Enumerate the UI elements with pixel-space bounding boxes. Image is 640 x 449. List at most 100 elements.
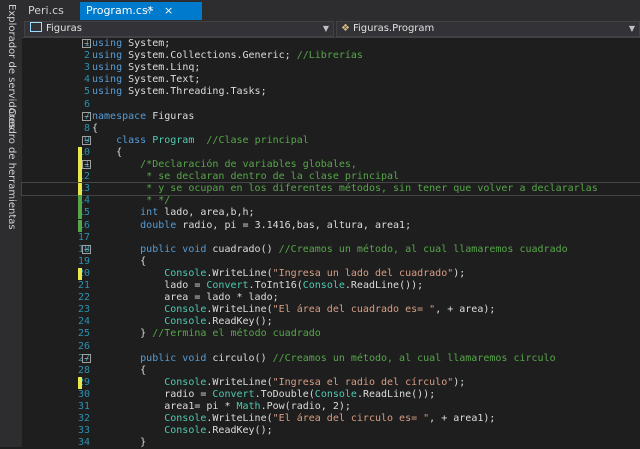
code-line[interactable]: 21 lado = Convert.ToInt16(Console.ReadLi… <box>22 280 640 292</box>
code-line[interactable]: 1− using System; <box>22 38 640 50</box>
collapse-icon[interactable]: − <box>82 160 91 169</box>
code-text: /*Declaración de variables globales, <box>92 159 357 170</box>
project-icon <box>30 22 42 32</box>
line-number: 25 <box>77 328 90 340</box>
code-text: Console.WriteLine("El área del cuadrado … <box>92 304 496 316</box>
change-marker <box>78 171 82 184</box>
code-line[interactable]: 20 Console.WriteLine("Ingresa un lado de… <box>22 267 640 280</box>
chevron-down-icon: ▼ <box>628 24 635 33</box>
code-line[interactable]: 33 Console.ReadKey(); <box>22 425 640 437</box>
collapse-icon[interactable]: − <box>82 111 91 121</box>
code-line[interactable]: 23 Console.WriteLine("El área del cuadra… <box>22 304 640 316</box>
code-text: int lado, area,b,h; <box>92 207 255 219</box>
code-text: * y se ocupan en los diferentes métodos,… <box>92 183 598 195</box>
close-icon[interactable]: × <box>164 2 173 20</box>
code-text: public void circulo() //Creamos un métod… <box>92 352 556 364</box>
line-number: 14 <box>77 195 90 207</box>
type-dropdown[interactable]: ❖ Figuras.Program ▼ <box>336 21 640 37</box>
code-text: radio = Convert.ToDouble(Console.ReadLin… <box>92 388 436 400</box>
code-text: namespace Figuras <box>92 110 195 122</box>
line-number: 21 <box>77 280 90 291</box>
tab-peri-cs[interactable]: Peri.cs <box>22 2 88 20</box>
code-line[interactable]: 28 { <box>22 365 640 377</box>
code-line[interactable]: 22 area = lado * lado; <box>22 292 640 304</box>
code-line[interactable]: 30 radio = Convert.ToDouble(Console.Read… <box>22 389 640 401</box>
code-line[interactable]: 34 } <box>22 437 640 449</box>
code-line[interactable]: 15 int lado, area,b,h; <box>22 207 640 220</box>
code-line[interactable]: 3 using System.Linq; <box>22 62 640 74</box>
code-text: Console.ReadKey(); <box>92 316 273 328</box>
type-label: Figuras.Program <box>352 23 435 34</box>
line-number: 33 <box>77 425 90 437</box>
code-line[interactable]: 24 Console.ReadKey(); <box>22 316 640 328</box>
code-line[interactable]: 5 using System.Threading.Tasks; <box>22 86 640 98</box>
collapse-icon[interactable]: − <box>82 353 91 363</box>
code-line[interactable]: 6 <box>22 99 640 111</box>
code-line[interactable]: 13 * y se ocupan en los diferentes métod… <box>21 182 640 197</box>
tab-label: Peri.cs <box>28 4 64 17</box>
line-number: 23 <box>77 304 90 316</box>
line-number: 19 <box>77 255 90 267</box>
code-text: using System; <box>92 38 171 49</box>
code-text: public void cuadrado() //Creamos un méto… <box>92 243 568 255</box>
code-line[interactable]: 16 double radio, pi = 3.1416,bas, altura… <box>22 219 640 232</box>
code-editor[interactable]: 1− using System; 2 using System.Collections… <box>21 38 640 449</box>
code-line[interactable]: 31 area1= pi * Math.Pow(radio, 2); <box>22 401 640 413</box>
tab-program-cs[interactable]: Program.cs* ⊹ × <box>80 2 202 20</box>
code-text: class Program //Clase principal <box>92 134 309 146</box>
code-text: Console.WriteLine("El área del circulo e… <box>92 413 496 425</box>
code-text: * */ <box>92 195 171 207</box>
code-line[interactable]: 27− public void circulo() //Creamos un m… <box>22 353 640 365</box>
line-number: 4 <box>83 74 90 86</box>
code-line[interactable]: 17 <box>22 232 640 244</box>
collapse-icon[interactable]: − <box>82 39 91 48</box>
line-number: 30 <box>77 388 90 400</box>
change-marker <box>78 207 82 220</box>
line-number: 31 <box>77 401 90 412</box>
code-line[interactable]: 14 * */ <box>22 195 640 208</box>
line-number: 17 <box>77 231 90 243</box>
line-number: 20 <box>77 267 90 279</box>
code-line[interactable]: 32 Console.WriteLine("El área del circul… <box>22 413 640 425</box>
collapse-icon[interactable]: − <box>82 135 91 145</box>
code-text: } <box>92 437 147 449</box>
line-number: 32 <box>77 413 90 425</box>
code-line[interactable]: 7− namespace Figuras <box>22 111 640 123</box>
line-number: 15 <box>77 207 90 219</box>
toolbox-tab[interactable]: Cuadro de herramientas <box>6 108 17 230</box>
line-number: 3 <box>83 62 90 74</box>
line-number: 26 <box>77 340 90 352</box>
change-marker <box>78 267 82 280</box>
code-line[interactable]: 4 using System.Text; <box>22 74 640 86</box>
code-line[interactable]: 26 <box>22 341 640 353</box>
code-line[interactable]: 8{ <box>22 123 640 135</box>
change-marker <box>78 183 82 196</box>
change-marker <box>78 376 82 389</box>
code-line[interactable]: 9− class Program //Clase principal <box>22 135 640 147</box>
code-line[interactable]: 2 using System.Collections.Generic; //Lib… <box>22 50 640 62</box>
code-text: using System.Threading.Tasks; <box>92 86 267 98</box>
code-text: Console.ReadKey(); <box>92 425 273 437</box>
line-number: 13 <box>77 183 90 195</box>
code-line[interactable]: 12 * se declaran dentro de la clase prin… <box>22 171 640 184</box>
pin-icon[interactable]: ⊹ <box>146 2 154 20</box>
code-text: area = lado * lado; <box>92 292 279 304</box>
code-line[interactable]: 11− /*Declaración de variables globales, <box>22 159 640 171</box>
collapse-icon[interactable]: − <box>82 244 91 254</box>
change-marker <box>78 195 82 208</box>
line-number: 34 <box>77 437 90 449</box>
code-line[interactable]: 18− public void cuadrado() //Creamos un … <box>22 244 640 256</box>
line-number: 10 <box>77 146 90 158</box>
code-line[interactable]: 19 { <box>22 256 640 268</box>
code-line[interactable]: 25 } //Termina el método cuadrado <box>22 328 640 340</box>
line-number: 16 <box>77 219 90 231</box>
code-text: } //Termina el método cuadrado <box>92 328 321 340</box>
tab-label: Program.cs* <box>86 4 154 17</box>
line-number: 6 <box>83 98 90 110</box>
code-line[interactable]: 29 Console.WriteLine("Ingresa el radio d… <box>22 376 640 389</box>
line-number: 5 <box>83 86 90 98</box>
code-line[interactable]: 10 { <box>22 146 640 159</box>
code-text: using System.Collections.Generic; //Libr… <box>92 50 363 62</box>
project-dropdown[interactable]: Figuras ▼ <box>24 21 334 37</box>
navigation-bar: Figuras ▼ ❖ Figuras.Program ▼ <box>22 20 640 38</box>
